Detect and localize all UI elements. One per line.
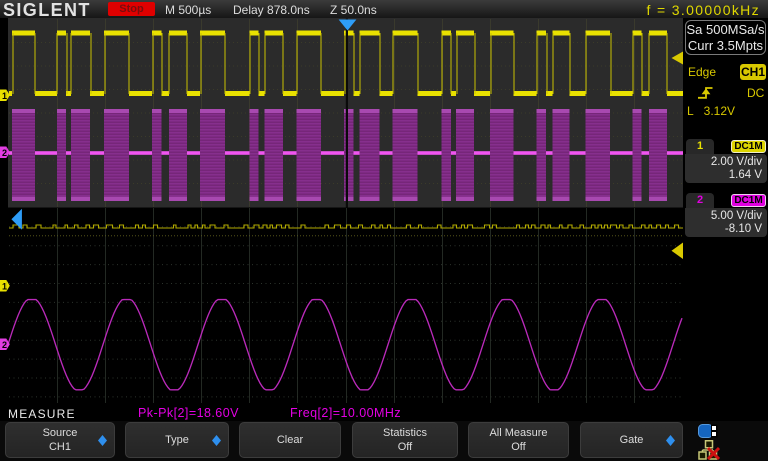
svg-text:2: 2 — [2, 340, 7, 350]
svg-text:1: 1 — [2, 91, 7, 101]
svg-text:2: 2 — [2, 148, 7, 158]
svg-text:1: 1 — [2, 281, 7, 291]
